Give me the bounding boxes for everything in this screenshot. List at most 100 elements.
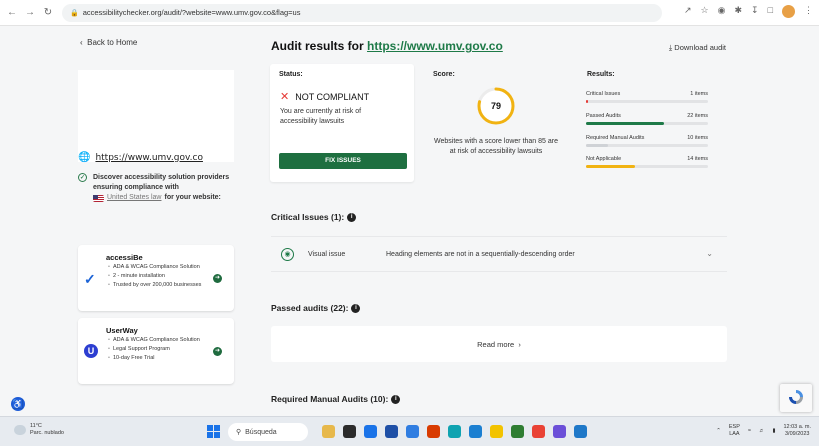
app-icon[interactable] (322, 425, 335, 438)
audited-url-link[interactable]: https://www.umv.gov.co (367, 39, 503, 53)
back-arrow-icon[interactable]: ← (6, 7, 18, 19)
profile-avatar[interactable] (782, 5, 795, 18)
download-icon[interactable]: ↧ (751, 5, 759, 18)
arrow-right-icon[interactable]: ➜ (213, 274, 222, 283)
userway-logo-icon: U (84, 344, 98, 358)
accessibility-widget-icon[interactable]: ♿ (11, 397, 25, 411)
app-icon[interactable] (490, 425, 503, 438)
windows-start-icon[interactable] (207, 425, 220, 438)
vendor-feature: 2 - minute installation (108, 272, 201, 281)
vendor-features: ADA & WCAG Compliance Solution 2 - minut… (108, 263, 201, 290)
star-icon[interactable]: ☆ (701, 5, 709, 18)
audit-main: Audit results for https://www.umv.gov.co… (244, 26, 764, 416)
critical-issue-row[interactable]: ◉ Visual issue Heading elements are not … (271, 236, 727, 272)
discover-text: Discover accessibility solution provider… (93, 174, 230, 191)
site-url-row: 🌐 https://www.umv.gov.co (78, 152, 203, 163)
status-heading: Status: (279, 71, 303, 78)
law-link[interactable]: United States law (107, 193, 161, 203)
menu-kebab-icon[interactable]: ⋮ (804, 5, 813, 18)
app-icon[interactable] (343, 425, 356, 438)
visual-issue-icon: ◉ (281, 247, 294, 261)
language-indicator[interactable]: ESP LAA (729, 424, 740, 438)
system-tray: ⌃ ESP LAA ≈ ♬ ▮ 12:03 a. m. 3/09/2023 (716, 424, 811, 438)
download-icon: ⤓ (668, 43, 673, 52)
app-icon[interactable] (574, 425, 587, 438)
result-bar-fill (586, 122, 665, 125)
chevron-down-icon[interactable]: ⌄ (706, 249, 713, 258)
puzzle-icon[interactable]: ✱ (734, 5, 742, 18)
vendor-card-accessibe[interactable]: ✓ accessiBe ADA & WCAG Compliance Soluti… (78, 245, 234, 311)
result-bar (586, 122, 708, 125)
app-icon[interactable] (469, 425, 482, 438)
app-icon[interactable] (511, 425, 524, 438)
us-flag-icon (93, 194, 104, 202)
check-circle-icon: ✓ (78, 173, 87, 182)
weather-temp: 11°C (30, 423, 42, 429)
site-url-link[interactable]: https://www.umv.gov.co (95, 153, 203, 163)
weather-desc: Parc. nublado (30, 430, 64, 436)
globe-icon: 🌐 (78, 152, 91, 163)
vendor-name: UserWay (106, 326, 138, 335)
vendor-feature: Legal Support Program (108, 345, 200, 354)
app-icon[interactable] (364, 425, 377, 438)
law-suffix: for your website: (164, 194, 221, 201)
vendor-feature: ADA & WCAG Compliance Solution (108, 263, 201, 272)
passed-audits-heading: Passed audits (22): i (271, 303, 361, 313)
app-icon[interactable] (385, 425, 398, 438)
download-audit-button[interactable]: ⤓ Download audit (669, 43, 726, 53)
vendor-feature: Trusted by over 200,000 businesses (108, 281, 201, 290)
result-bar-fill (586, 100, 589, 103)
vendor-name: accessiBe (106, 253, 143, 262)
accessibe-logo-icon: ✓ (84, 271, 96, 287)
vendor-card-userway[interactable]: U UserWay ADA & WCAG Compliance Solution… (78, 318, 234, 384)
fix-issues-button[interactable]: FIX ISSUES (279, 153, 407, 169)
windows-taskbar: 11°C Parc. nublado ⚲ Búsqueda ⌃ ESP LAA … (0, 416, 819, 446)
recaptcha-badge[interactable] (780, 384, 812, 412)
recaptcha-icon (789, 390, 803, 404)
taskbar-search[interactable]: ⚲ Búsqueda (228, 423, 308, 441)
compliance-status: ✕ NOT COMPLIANT (280, 91, 370, 103)
results-heading: Results: (587, 71, 615, 78)
info-icon[interactable]: i (391, 394, 401, 404)
app-icon[interactable] (448, 425, 461, 438)
app-icon[interactable] (406, 425, 419, 438)
app-icon[interactable] (553, 425, 566, 438)
issue-type: Visual issue (308, 250, 346, 258)
search-icon: ⚲ (236, 429, 242, 436)
result-bar-fill (586, 165, 635, 168)
critical-issues-heading: Critical Issues (1): i (271, 212, 357, 222)
cloud-icon (14, 425, 26, 435)
chevron-right-icon: › (514, 339, 521, 349)
result-bar (586, 144, 708, 147)
manual-audits-heading: Required Manual Audits (10): i (271, 394, 401, 404)
score-value: 79 (490, 101, 501, 111)
browser-actions: ↗ ☆ ◉ ✱ ↧ □ ⋮ (684, 5, 813, 18)
address-bar[interactable]: 🔒 accessibilitychecker.org/audit/?websit… (62, 3, 662, 22)
score-heading: Score: (433, 71, 455, 78)
weather-widget[interactable]: 11°C Parc. nublado (14, 423, 64, 437)
volume-icon[interactable]: ♬ (759, 428, 765, 434)
address-text: accessibilitychecker.org/audit/?website=… (82, 8, 301, 17)
info-icon[interactable]: i (351, 303, 361, 313)
battery-icon[interactable]: ▮ (772, 428, 775, 434)
app-icon[interactable] (532, 425, 545, 438)
chevron-up-icon[interactable]: ⌃ (716, 428, 721, 434)
read-more-button[interactable]: Read more › (271, 326, 727, 362)
app-icon[interactable] (427, 425, 440, 438)
back-to-home-link[interactable]: ‹ Back to Home (80, 38, 137, 47)
lock-icon: 🔒 (70, 9, 79, 17)
browser-toolbar: ← → ↻ 🔒 accessibilitychecker.org/audit/?… (0, 0, 819, 26)
arrow-right-icon[interactable]: ➜ (213, 347, 222, 356)
wifi-icon[interactable]: ≈ (748, 428, 751, 434)
clock[interactable]: 12:03 a. m. 3/09/2023 (783, 424, 811, 438)
sidepanel-icon[interactable]: □ (768, 5, 773, 18)
reload-icon[interactable]: ↻ (42, 7, 54, 19)
info-icon[interactable]: i (347, 212, 357, 222)
taskbar-apps (322, 425, 587, 438)
results-card: Results: Critical Issues 1 items Passed … (578, 64, 718, 182)
extension-icon[interactable]: ◉ (718, 5, 726, 18)
forward-arrow-icon[interactable]: → (24, 7, 36, 19)
result-bar-fill (586, 144, 608, 147)
share-icon[interactable]: ↗ (684, 5, 692, 18)
vendor-features: ADA & WCAG Compliance Solution Legal Sup… (108, 336, 200, 363)
